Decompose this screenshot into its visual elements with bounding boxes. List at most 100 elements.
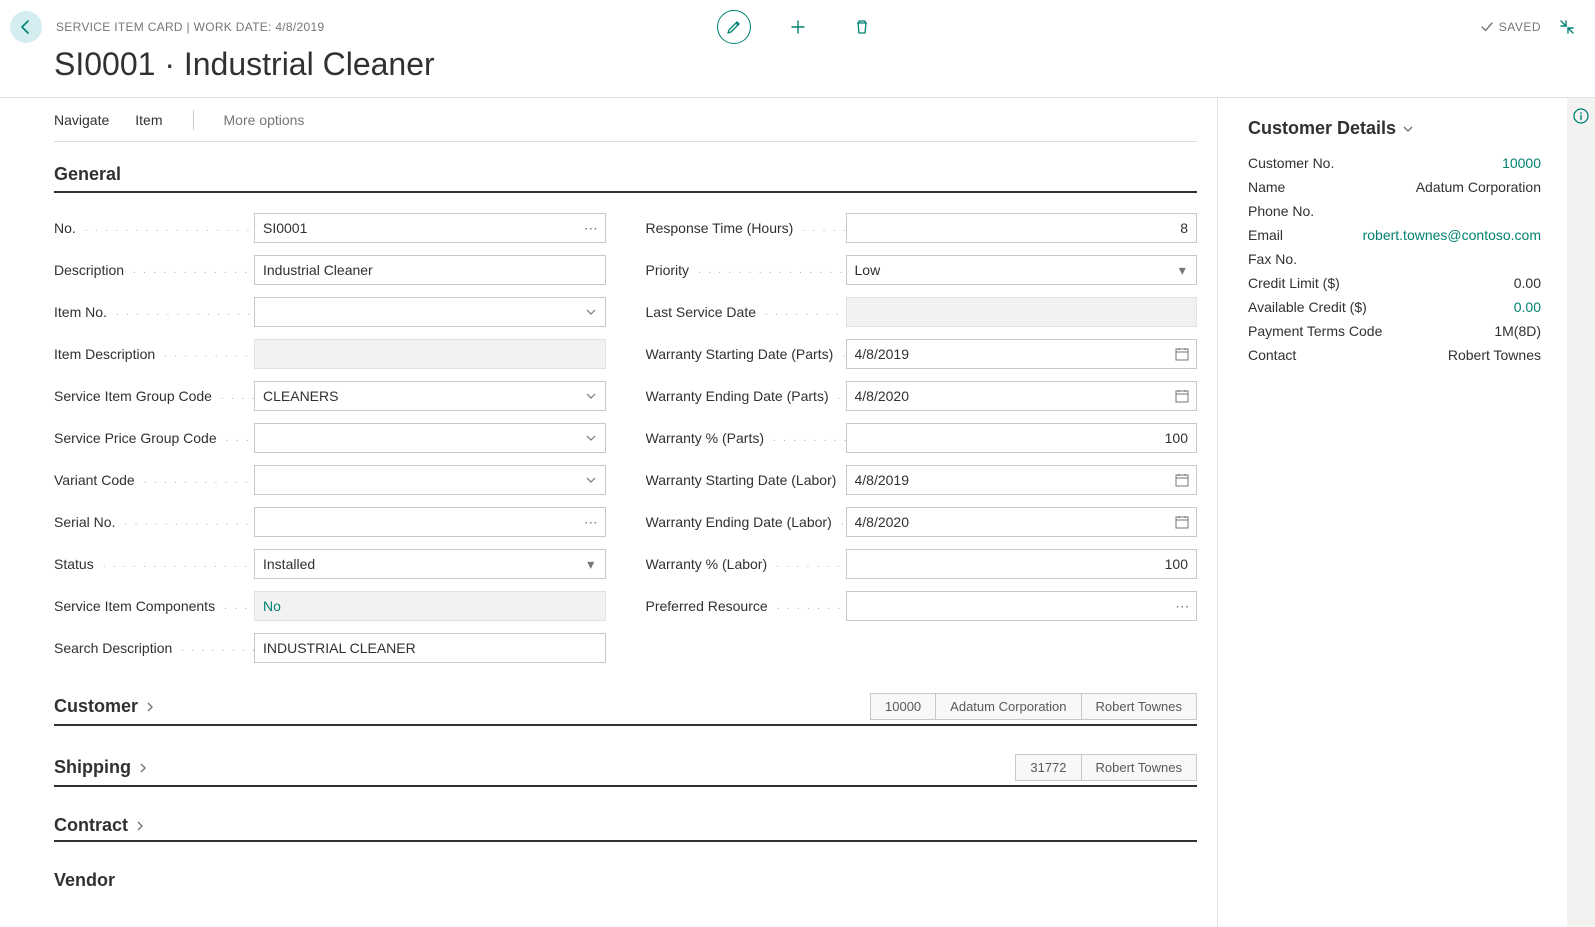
check-icon	[1481, 21, 1493, 33]
saved-indicator: SAVED	[1481, 20, 1541, 34]
fb-available-credit-label: Available Credit ($)	[1248, 299, 1367, 315]
fb-contact-label: Contact	[1248, 347, 1296, 363]
breadcrumb: SERVICE ITEM CARD | WORK DATE: 4/8/2019	[56, 20, 324, 34]
dropdown-priority[interactable]: ▾	[1168, 256, 1196, 284]
label-warranty-start-labor: Warranty Starting Date (Labor)	[646, 472, 846, 488]
page-title: SI0001 · Industrial Cleaner	[0, 44, 1595, 97]
label-preferred-resource: Preferred Resource	[646, 598, 846, 614]
dropdown-service-item-group[interactable]	[577, 382, 605, 410]
fb-credit-limit-label: Credit Limit ($)	[1248, 275, 1340, 291]
chevron-right-icon	[144, 701, 156, 713]
label-warranty-end-labor: Warranty Ending Date (Labor)	[646, 514, 846, 530]
input-warranty-pct-parts[interactable]	[847, 424, 1197, 452]
input-item-no[interactable]	[255, 298, 577, 326]
chevron-down-icon	[586, 475, 596, 485]
fb-name-label: Name	[1248, 179, 1285, 195]
label-service-item-group: Service Item Group Code	[54, 388, 254, 404]
fb-email-value[interactable]: robert.townes@contoso.com	[1363, 227, 1541, 243]
input-service-item-group[interactable]	[255, 382, 577, 410]
label-description: Description	[54, 262, 254, 278]
info-icon	[1573, 108, 1589, 124]
input-variant-code[interactable]	[255, 466, 577, 494]
datepicker-warranty-end-labor[interactable]	[1168, 508, 1196, 536]
section-shipping-title[interactable]: Shipping	[54, 757, 149, 778]
pencil-icon	[726, 19, 742, 35]
label-warranty-end-parts: Warranty Ending Date (Parts)	[646, 388, 846, 404]
delete-button[interactable]	[845, 10, 879, 44]
label-last-service-date: Last Service Date	[646, 304, 846, 320]
dropdown-service-price-group[interactable]	[577, 424, 605, 452]
input-search-desc[interactable]	[255, 634, 605, 662]
label-components: Service Item Components	[54, 598, 254, 614]
input-warranty-end-parts[interactable]	[847, 382, 1169, 410]
fb-customer-no-value[interactable]: 10000	[1502, 155, 1541, 171]
input-warranty-start-labor[interactable]	[847, 466, 1169, 494]
input-status[interactable]	[255, 550, 577, 578]
label-warranty-start-parts: Warranty Starting Date (Parts)	[646, 346, 846, 362]
input-description[interactable]	[255, 256, 605, 284]
factbox-title[interactable]: Customer Details	[1248, 118, 1541, 151]
label-priority: Priority	[646, 262, 846, 278]
plus-icon	[790, 19, 806, 35]
commandbar-navigate[interactable]: Navigate	[54, 112, 109, 128]
commandbar-item[interactable]: Item	[135, 112, 162, 128]
section-contract-title[interactable]: Contract	[54, 815, 146, 836]
divider	[193, 110, 194, 130]
back-button[interactable]	[10, 11, 42, 43]
input-warranty-pct-labor[interactable]	[847, 550, 1197, 578]
summary-shipping-0: 31772	[1015, 754, 1081, 781]
lookup-no[interactable]: ⋯	[577, 214, 605, 242]
input-response-time[interactable]	[847, 214, 1197, 242]
calendar-icon	[1175, 473, 1189, 487]
chevron-down-icon	[586, 433, 596, 443]
label-service-price-group: Service Price Group Code	[54, 430, 254, 446]
edit-button[interactable]	[717, 10, 751, 44]
fb-credit-limit-value: 0.00	[1514, 275, 1541, 291]
fb-name-value: Adatum Corporation	[1416, 179, 1541, 195]
datepicker-warranty-end-parts[interactable]	[1168, 382, 1196, 410]
fb-customer-no-label: Customer No.	[1248, 155, 1334, 171]
calendar-icon	[1175, 389, 1189, 403]
label-item-no: Item No.	[54, 304, 254, 320]
info-pane-toggle[interactable]	[1567, 98, 1595, 927]
chevron-right-icon	[134, 820, 146, 832]
commandbar-more-options[interactable]: More options	[224, 112, 305, 128]
new-button[interactable]	[781, 10, 815, 44]
calendar-icon	[1175, 515, 1189, 529]
dropdown-item-no[interactable]	[577, 298, 605, 326]
minimize-button[interactable]	[1559, 19, 1575, 35]
section-general-title[interactable]: General	[54, 164, 1197, 193]
section-vendor-title[interactable]: Vendor	[54, 870, 115, 891]
label-status: Status	[54, 556, 254, 572]
summary-shipping-1: Robert Townes	[1082, 754, 1197, 781]
lookup-preferred-resource[interactable]: ⋯	[1168, 592, 1196, 620]
input-warranty-end-labor[interactable]	[847, 508, 1169, 536]
input-warranty-start-parts[interactable]	[847, 340, 1169, 368]
summary-customer-2: Robert Townes	[1082, 693, 1197, 720]
label-item-description: Item Description	[54, 346, 254, 362]
summary-customer-1: Adatum Corporation	[936, 693, 1081, 720]
summary-customer-0: 10000	[870, 693, 936, 720]
label-search-desc: Search Description	[54, 640, 254, 656]
fb-available-credit-value[interactable]: 0.00	[1514, 299, 1541, 315]
input-priority[interactable]	[847, 256, 1169, 284]
dropdown-status[interactable]: ▾	[577, 550, 605, 578]
lookup-serial-no[interactable]: ⋯	[577, 508, 605, 536]
input-serial-no[interactable]	[255, 508, 577, 536]
chevron-down-icon	[586, 391, 596, 401]
collapse-icon	[1559, 19, 1575, 35]
dropdown-variant-code[interactable]	[577, 466, 605, 494]
input-no[interactable]	[255, 214, 577, 242]
fb-fax-label: Fax No.	[1248, 251, 1297, 267]
input-service-price-group[interactable]	[255, 424, 577, 452]
fb-contact-value: Robert Townes	[1448, 347, 1541, 363]
label-serial-no: Serial No.	[54, 514, 254, 530]
datepicker-warranty-start-parts[interactable]	[1168, 340, 1196, 368]
section-customer-title[interactable]: Customer	[54, 696, 156, 717]
datepicker-warranty-start-labor[interactable]	[1168, 466, 1196, 494]
input-preferred-resource[interactable]	[847, 592, 1169, 620]
label-no: No.	[54, 220, 254, 236]
label-warranty-pct-parts: Warranty % (Parts)	[646, 430, 846, 446]
trash-icon	[854, 19, 870, 35]
link-components[interactable]: No	[255, 598, 281, 614]
